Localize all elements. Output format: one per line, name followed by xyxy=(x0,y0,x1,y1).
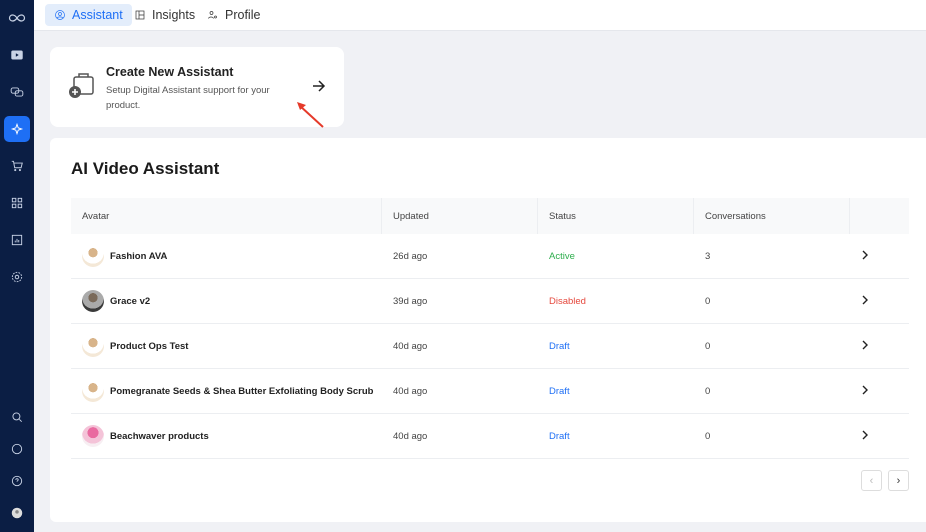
conversations-cell: 0 xyxy=(705,385,711,397)
status-badge: Active xyxy=(549,250,575,262)
tab-label: Assistant xyxy=(72,8,123,22)
avatar xyxy=(82,245,104,267)
tab-insights[interactable]: Insights xyxy=(125,4,204,26)
sidebar xyxy=(0,0,34,532)
user-settings-icon xyxy=(208,11,217,19)
chart-icon[interactable] xyxy=(4,227,30,253)
table-row[interactable]: Beachwaver products 40d ago Draft 0 xyxy=(71,414,909,459)
status-badge: Draft xyxy=(549,340,570,352)
assistant-name: Grace v2 xyxy=(110,295,151,307)
chat-icon[interactable] xyxy=(4,79,30,105)
annotation-arrow xyxy=(297,102,324,128)
status-badge: Draft xyxy=(549,385,570,397)
tab-label: Profile xyxy=(225,8,261,22)
header-avatar: Avatar xyxy=(71,198,382,234)
chevron-right-icon[interactable] xyxy=(850,430,909,443)
sparkles-icon[interactable] xyxy=(4,116,30,142)
table-row[interactable]: Grace v2 39d ago Disabled 0 xyxy=(71,279,909,324)
table-row[interactable]: Pomegranate Seeds & Shea Butter Exfoliat… xyxy=(71,369,909,414)
assistant-table: Avatar Updated Status Conversations Fash… xyxy=(71,198,909,459)
avatar xyxy=(82,425,104,447)
header-updated: Updated xyxy=(382,198,538,234)
updated-cell: 39d ago xyxy=(393,295,428,307)
status-badge: Disabled xyxy=(549,295,586,307)
assistant-name: Product Ops Test xyxy=(110,340,189,352)
card-description: Setup Digital Assistant support for your… xyxy=(106,85,270,111)
card-title: Create New Assistant xyxy=(106,65,234,79)
assistant-name: Fashion AVA xyxy=(110,250,168,262)
status-badge: Draft xyxy=(549,430,570,442)
next-page-button[interactable]: › xyxy=(888,470,909,491)
bag-add-icon xyxy=(69,73,94,98)
conversations-cell: 0 xyxy=(705,340,711,352)
top-tabs: Assistant Insights Profile xyxy=(34,0,926,31)
conversations-cell: 3 xyxy=(705,250,711,262)
tab-profile[interactable]: Profile xyxy=(198,4,269,26)
updated-cell: 40d ago xyxy=(393,385,428,397)
gear-icon[interactable] xyxy=(4,264,30,290)
assistant-panel: AI Video Assistant Avatar Updated Status… xyxy=(50,138,926,522)
logo-infinity-icon[interactable] xyxy=(4,5,30,31)
section-title: AI Video Assistant xyxy=(71,159,220,178)
header-conversations: Conversations xyxy=(694,198,850,234)
conversations-cell: 0 xyxy=(705,295,711,307)
chevron-right-icon[interactable] xyxy=(850,295,909,308)
table-row[interactable]: Product Ops Test 40d ago Draft 0 xyxy=(71,324,909,369)
chevron-right-icon[interactable] xyxy=(850,250,909,263)
chevron-right-icon[interactable] xyxy=(850,340,909,353)
tab-label: Insights xyxy=(152,8,196,22)
table-row[interactable]: Fashion AVA 26d ago Active 3 xyxy=(71,234,909,279)
avatar xyxy=(82,290,104,312)
tab-assistant[interactable]: Assistant xyxy=(45,4,132,26)
video-icon[interactable] xyxy=(4,42,30,68)
chevron-right-icon[interactable] xyxy=(850,385,909,398)
assistant-name: Pomegranate Seeds & Shea Butter Exfoliat… xyxy=(110,385,374,397)
prev-page-button[interactable]: ‹ xyxy=(861,470,882,491)
cart-icon[interactable] xyxy=(4,153,30,179)
avatar xyxy=(82,380,104,402)
table-header: Avatar Updated Status Conversations xyxy=(71,198,909,234)
header-actions xyxy=(850,198,909,234)
conversations-cell: 0 xyxy=(705,430,711,442)
message-icon[interactable] xyxy=(4,436,30,462)
help-icon[interactable] xyxy=(4,468,30,494)
updated-cell: 26d ago xyxy=(393,250,428,262)
assistant-name: Beachwaver products xyxy=(110,430,209,442)
layout-icon xyxy=(135,10,145,20)
header-status: Status xyxy=(538,198,694,234)
grid-icon[interactable] xyxy=(4,190,30,216)
avatar xyxy=(82,335,104,357)
arrow-right-icon[interactable] xyxy=(312,79,326,93)
updated-cell: 40d ago xyxy=(393,340,428,352)
updated-cell: 40d ago xyxy=(393,430,428,442)
user-avatar-icon[interactable] xyxy=(4,500,30,526)
user-circle-icon xyxy=(55,10,65,20)
search-icon[interactable] xyxy=(4,404,30,430)
